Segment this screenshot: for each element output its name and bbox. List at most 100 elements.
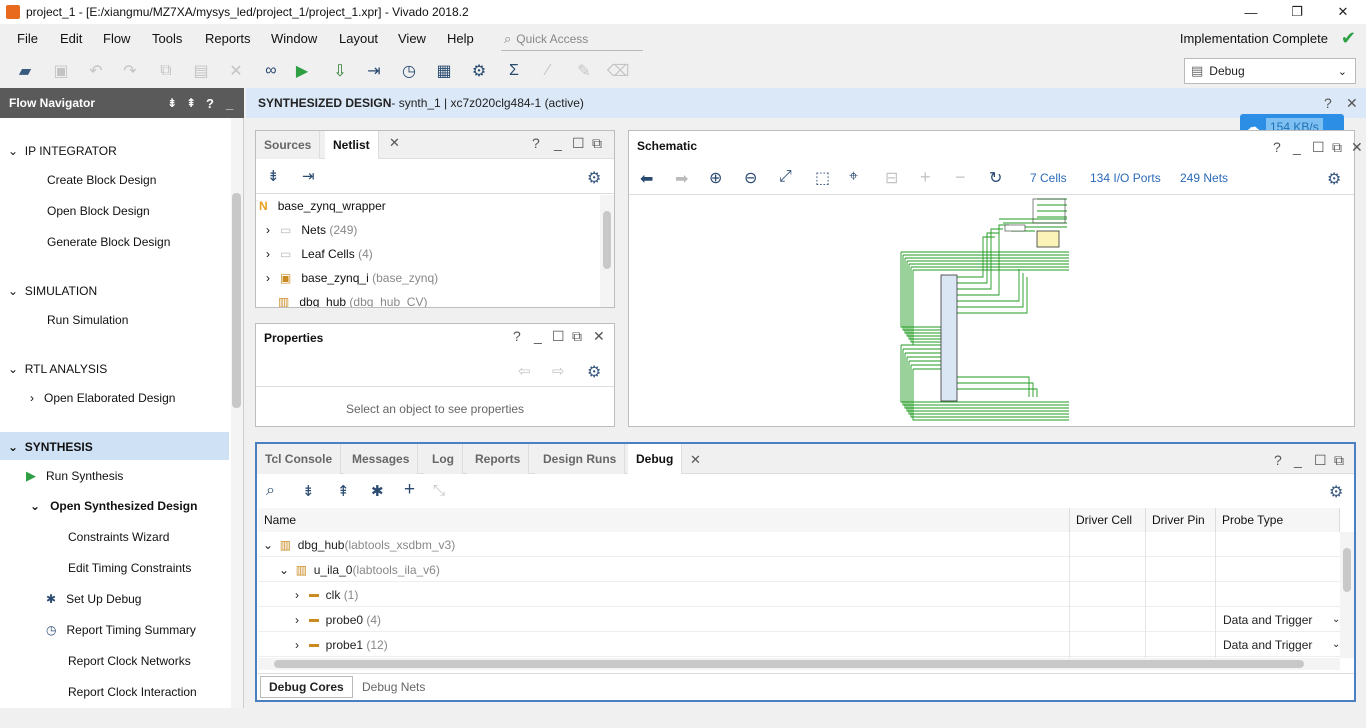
settings-icon[interactable]: ⚙ [587, 362, 601, 382]
menu-tools[interactable]: Tools [152, 31, 182, 46]
tab-netlist[interactable]: Netlist [325, 131, 379, 159]
settings-icon[interactable]: ⚙ [1329, 482, 1343, 502]
flow-navigator-scrollbar[interactable] [231, 118, 243, 708]
tab-debug[interactable]: Debug [628, 444, 683, 474]
section-simulation[interactable]: ⌄ SIMULATION [8, 284, 97, 298]
scrollbar-thumb[interactable] [232, 193, 241, 408]
zoom-in-icon[interactable]: ⊕ [709, 168, 722, 188]
back-icon[interactable]: ⬅ [640, 169, 653, 189]
help-icon[interactable]: ? [513, 328, 521, 344]
tab-tcl-console[interactable]: Tcl Console [257, 444, 342, 474]
column-probe-type[interactable]: Probe Type [1216, 508, 1340, 532]
table-row[interactable]: › ▬ probe0 (4) Data and Trigger ⌄ [258, 607, 1340, 632]
layout-select[interactable]: ▤ Debug ⌄ [1184, 58, 1356, 84]
maximize-icon[interactable]: ☐ [1314, 452, 1327, 469]
open-synthesized-design[interactable]: ⌄ Open Synthesized Design [30, 499, 197, 513]
close-icon[interactable]: ✕ [690, 452, 701, 468]
settings-icon[interactable]: ⚙ [1327, 169, 1341, 189]
settings-icon[interactable]: ⚙ [468, 60, 490, 82]
report-clock-networks[interactable]: Report Clock Networks [68, 654, 191, 668]
probe-type-value[interactable]: Data and Trigger [1223, 632, 1312, 657]
report-timing-summary[interactable]: ◷ Report Timing Summary [46, 623, 196, 637]
expand-all-icon[interactable]: ⇞ [337, 482, 350, 500]
menu-flow[interactable]: Flow [103, 31, 130, 46]
zoom-fit-icon[interactable]: ⤢ [779, 168, 792, 186]
float-icon[interactable]: ⧉ [1332, 139, 1342, 156]
scrollbar-thumb[interactable] [1343, 548, 1351, 592]
netlist-root[interactable]: N base_zynq_wrapper [259, 199, 386, 213]
netlist-row-leaf-cells[interactable]: › ▭ Leaf Cells (4) [266, 247, 373, 261]
close-icon[interactable]: ✕ [389, 135, 400, 151]
scrollbar-thumb[interactable] [274, 660, 1304, 668]
scrollbar-thumb[interactable] [603, 211, 611, 269]
minimize-icon[interactable]: _ [554, 135, 562, 151]
float-icon[interactable]: ⧉ [572, 328, 582, 345]
constraints-wizard[interactable]: Constraints Wizard [68, 530, 169, 544]
minimize-icon[interactable]: _ [1293, 139, 1301, 155]
maximize-icon[interactable]: ☐ [572, 135, 585, 152]
section-rtl-analysis[interactable]: ⌄ RTL ANALYSIS [8, 362, 107, 376]
select-area-icon[interactable]: ⌖ [849, 168, 858, 186]
netlist-row-base-zynq[interactable]: › ▣ base_zynq_i (base_zynq) [266, 271, 438, 285]
column-driver-pin[interactable]: Driver Pin [1146, 508, 1216, 532]
row-toggle[interactable]: › ▬ clk (1) [295, 582, 358, 607]
maximize-icon[interactable]: ☐ [552, 328, 565, 345]
run-icon[interactable]: ▶ [291, 60, 313, 82]
run-simulation[interactable]: Run Simulation [47, 313, 128, 327]
edit-timing-constraints[interactable]: Edit Timing Constraints [68, 561, 191, 575]
netlist-scrollbar[interactable] [600, 195, 614, 307]
search-icon[interactable]: ⌕ [266, 482, 275, 500]
row-toggle[interactable]: › ▬ probe1 (12) [295, 632, 388, 657]
create-block-design[interactable]: Create Block Design [47, 173, 156, 187]
nets-count[interactable]: 249 Nets [1180, 171, 1228, 185]
zoom-out-icon[interactable]: ⊖ [744, 168, 757, 188]
table-row[interactable]: › ▬ clk (1) [258, 582, 1340, 607]
zoom-area-icon[interactable]: ⬚ [815, 168, 830, 188]
minimize-button[interactable]: — [1228, 0, 1274, 24]
cells-count[interactable]: 7 Cells [1030, 171, 1067, 185]
generate-block-design[interactable]: Generate Block Design [47, 235, 170, 249]
tab-sources[interactable]: Sources [256, 131, 321, 159]
settings-icon[interactable]: ⚙ [587, 168, 601, 188]
step-icon[interactable]: ⇥ [363, 60, 385, 82]
menu-view[interactable]: View [398, 31, 426, 46]
tab-debug-cores[interactable]: Debug Cores [260, 676, 353, 698]
row-toggle[interactable]: ⌄ ▥ dbg_hub (labtools_xsdbm_v3) [263, 532, 455, 557]
run-synthesis[interactable]: ▶ Run Synthesis [26, 468, 123, 484]
find-icon[interactable]: ∞ [260, 60, 282, 82]
open-project-icon[interactable]: ▰ [14, 60, 36, 82]
set-up-debug[interactable]: ✱ Set Up Debug [46, 592, 141, 606]
program-device-icon[interactable]: ⇩ [329, 60, 351, 82]
tab-log[interactable]: Log [424, 444, 463, 474]
float-icon[interactable]: ⧉ [1334, 452, 1344, 469]
refresh-icon[interactable]: ↻ [989, 168, 1002, 188]
float-icon[interactable]: ⧉ [592, 135, 602, 152]
open-elaborated-design[interactable]: › Open Elaborated Design [30, 391, 175, 405]
help-icon[interactable]: ? [1324, 95, 1332, 111]
menu-edit[interactable]: Edit [60, 31, 82, 46]
netlist-row-nets[interactable]: › ▭ Nets (249) [266, 223, 357, 237]
menu-help[interactable]: Help [447, 31, 474, 46]
minimize-icon[interactable]: _ [1294, 452, 1302, 468]
netlist-row-dbg-hub[interactable]: ▥ dbg_hub (dbg_hub_CV) [278, 295, 427, 307]
sigma-icon[interactable]: Σ [503, 60, 525, 82]
help-icon[interactable]: ? [532, 135, 540, 151]
row-toggle[interactable]: › ▬ probe0 (4) [295, 607, 381, 632]
section-ip-integrator[interactable]: ⌄ IP INTEGRATOR [8, 144, 117, 158]
go-to-source-icon[interactable]: ⇥ [302, 167, 315, 185]
report-clock-interaction[interactable]: Report Clock Interaction [68, 685, 197, 699]
collapse-all-icon[interactable]: ⇟ [302, 482, 315, 500]
open-block-design[interactable]: Open Block Design [47, 204, 150, 218]
column-name[interactable]: Name [258, 508, 1070, 532]
bug-icon[interactable]: ✱ [371, 482, 384, 500]
tab-debug-nets[interactable]: Debug Nets [354, 676, 433, 698]
close-icon[interactable]: ✕ [1351, 139, 1363, 156]
quick-access-search[interactable]: ⌕ Quick Access [501, 27, 643, 51]
table-row[interactable]: › ▬ probe1 (12) Data and Trigger ⌄ [258, 632, 1340, 657]
timer-icon[interactable]: ◷ [398, 60, 420, 82]
collapse-all-icon[interactable]: ⇟ [267, 167, 280, 185]
help-icon[interactable]: ? [206, 96, 214, 111]
io-ports-count[interactable]: 134 I/O Ports [1090, 171, 1161, 185]
collapse-all-icon[interactable]: ⇟ [167, 96, 177, 110]
tab-reports[interactable]: Reports [467, 444, 530, 474]
